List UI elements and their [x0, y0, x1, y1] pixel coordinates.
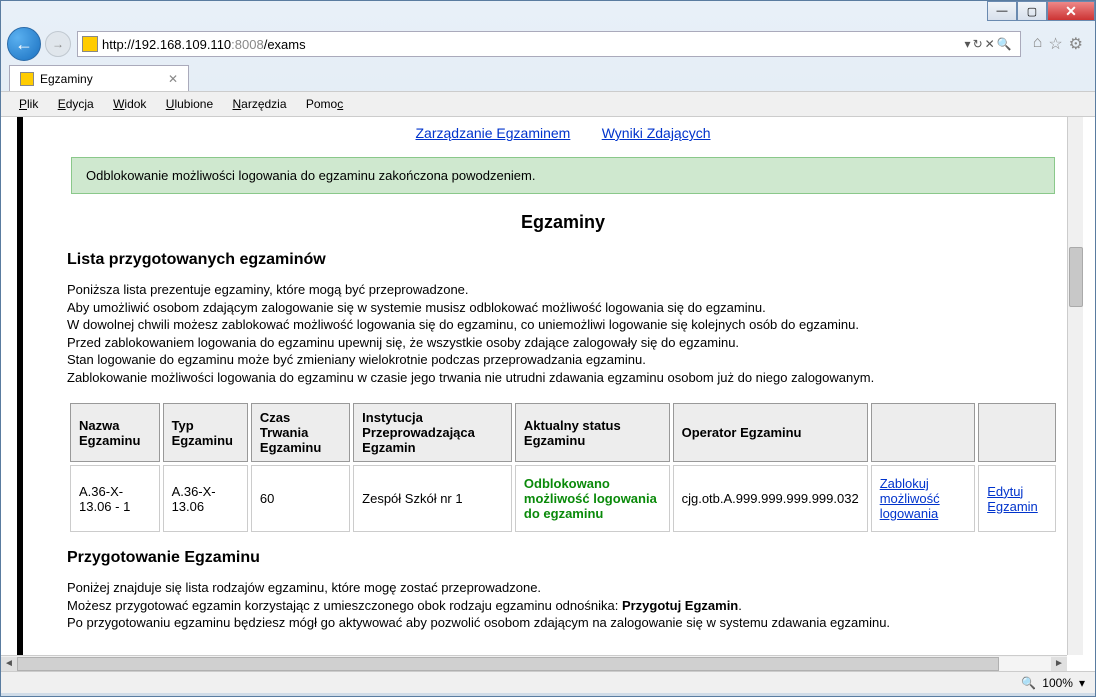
url-controls: ▾ ↻ ✕ 🔍 — [961, 37, 1016, 51]
page-title: Egzaminy — [67, 212, 1059, 233]
prep-line-2b: Przygotuj Egzamin — [622, 598, 738, 613]
link-zarzadzanie[interactable]: Zarządzanie Egzaminem — [416, 125, 571, 141]
th-name: Nazwa Egzaminu — [70, 403, 160, 462]
url-host: 192.168.109.110 — [135, 37, 232, 52]
content-wrapper: Zarządzanie Egzaminem Wyniki Zdających O… — [1, 117, 1095, 671]
th-operator: Operator Egzaminu — [673, 403, 868, 462]
exam-table-wrap: Nazwa Egzaminu Typ Egzaminu Czas Trwania… — [67, 400, 1059, 535]
link-edit-exam[interactable]: Edytuj Egzamin — [987, 484, 1038, 514]
cell-duration: 60 — [251, 465, 350, 532]
page-inner: Zarządzanie Egzaminem Wyniki Zdających O… — [39, 117, 1095, 654]
back-button[interactable]: ← — [7, 27, 41, 61]
exam-table: Nazwa Egzaminu Typ Egzaminu Czas Trwania… — [67, 400, 1059, 535]
cell-name: A.36-X-13.06 - 1 — [70, 465, 160, 532]
tab-egzaminy[interactable]: Egzaminy ✕ — [9, 65, 189, 91]
vscroll-thumb[interactable] — [1069, 247, 1083, 307]
close-button[interactable]: ✕ — [1047, 1, 1095, 21]
dropdown-icon[interactable]: ▾ — [965, 37, 971, 51]
section-list-title: Lista przygotowanych egzaminów — [67, 251, 1059, 269]
menu-pomoc[interactable]: Pomoc — [298, 95, 351, 113]
window-controls: — ▢ ✕ — [987, 1, 1095, 21]
search-icon[interactable]: 🔍 — [997, 37, 1012, 51]
link-wyniki[interactable]: Wyniki Zdających — [602, 125, 711, 141]
th-institution: Instytucja Przeprowadzająca Egzamin — [353, 403, 512, 462]
section-prep-title: Przygotowanie Egzaminu — [67, 549, 1059, 567]
refresh-icon[interactable]: ↻ — [973, 37, 983, 51]
menu-plik[interactable]: Plik — [11, 95, 46, 113]
zoom-level: 100% — [1042, 676, 1073, 690]
tabs-bar: Egzaminy ✕ — [1, 65, 1095, 91]
th-action2 — [978, 403, 1056, 462]
table-header-row: Nazwa Egzaminu Typ Egzaminu Czas Trwania… — [70, 403, 1056, 462]
hscroll-thumb[interactable] — [17, 657, 999, 671]
hscroll-right-arrow[interactable]: ► — [1051, 657, 1067, 671]
prep-line-1: Poniżej znajduje się lista rodzajów egza… — [67, 580, 541, 595]
th-type: Typ Egzaminu — [163, 403, 248, 462]
vertical-scrollbar[interactable] — [1067, 117, 1083, 655]
status-text: Odblokowano możliwość logowania do egzam… — [524, 476, 657, 521]
left-border — [17, 117, 23, 657]
prep-line-2a: Możesz przygotować egzamin korzystając z… — [67, 598, 622, 613]
menu-narzedzia[interactable]: Narzędzia — [224, 95, 294, 113]
cell-status: Odblokowano możliwość logowania do egzam… — [515, 465, 670, 532]
table-row: A.36-X-13.06 - 1 A.36-X-13.06 60 Zespół … — [70, 465, 1056, 532]
cell-action-block: Zablokuj możliwość logowania — [871, 465, 976, 532]
tab-title: Egzaminy — [40, 72, 93, 86]
th-status: Aktualny status Egzaminu — [515, 403, 670, 462]
desc-line-6: Zablokowanie możliwości logowania do egz… — [67, 370, 874, 385]
hscroll-track[interactable] — [17, 657, 1051, 671]
prep-line-3: Po przygotowaniu egzaminu będziesz mógł … — [67, 615, 890, 630]
forward-button[interactable]: → — [45, 31, 71, 57]
prep-line-2c: . — [738, 598, 742, 613]
url-port: :8008 — [231, 37, 264, 52]
menu-bar: Plik Edycja Widok Ulubione Narzędzia Pom… — [1, 91, 1095, 117]
cell-institution: Zespół Szkół nr 1 — [353, 465, 512, 532]
menu-edycja[interactable]: Edycja — [50, 95, 102, 113]
cell-action-edit: Edytuj Egzamin — [978, 465, 1056, 532]
url-path: /exams — [264, 37, 306, 52]
zoom-icon[interactable]: 🔍 — [1021, 676, 1036, 690]
minimize-button[interactable]: — — [987, 1, 1017, 21]
top-nav-links: Zarządzanie Egzaminem Wyniki Zdających — [67, 125, 1059, 141]
desc-line-4: Przed zablokowaniem logowania do egzamin… — [67, 335, 739, 350]
page-content: Zarządzanie Egzaminem Wyniki Zdających O… — [1, 117, 1095, 657]
cell-type: A.36-X-13.06 — [163, 465, 248, 532]
desc-line-1: Poniższa lista prezentuje egzaminy, któr… — [67, 282, 469, 297]
toolbar-icons: ⌂ ☆ ⚙ — [1027, 34, 1089, 54]
status-bar: 🔍 100% ▾ — [1, 671, 1095, 693]
zoom-dropdown-icon[interactable]: ▾ — [1079, 676, 1085, 690]
url-prefix: http:// — [102, 37, 135, 52]
success-text: Odblokowanie możliwości logowania do egz… — [86, 168, 535, 183]
nav-bar: ← → http://192.168.109.110:8008/exams ▾ … — [1, 23, 1095, 65]
desc-line-5: Stan logowanie do egzaminu może być zmie… — [67, 352, 646, 367]
horizontal-scrollbar[interactable]: ◄ ► — [1, 655, 1067, 671]
th-action1 — [871, 403, 976, 462]
address-bar[interactable]: http://192.168.109.110:8008/exams ▾ ↻ ✕ … — [77, 31, 1021, 57]
link-block-login[interactable]: Zablokuj możliwość logowania — [880, 476, 940, 521]
hscroll-left-arrow[interactable]: ◄ — [1, 657, 17, 671]
success-alert: Odblokowanie możliwości logowania do egz… — [71, 157, 1055, 194]
desc-line-3: W dowolnej chwili możesz zablokować możl… — [67, 317, 859, 332]
cell-operator: cjg.otb.A.999.999.999.999.032 — [673, 465, 868, 532]
site-icon — [82, 36, 98, 52]
favorites-icon[interactable]: ☆ — [1048, 34, 1062, 54]
menu-widok[interactable]: Widok — [105, 95, 154, 113]
stop-icon[interactable]: ✕ — [985, 37, 995, 51]
tab-favicon — [20, 72, 34, 86]
url-text: http://192.168.109.110:8008/exams — [102, 37, 961, 52]
tab-close-icon[interactable]: ✕ — [168, 72, 178, 86]
prep-description: Poniżej znajduje się lista rodzajów egza… — [67, 579, 1059, 632]
list-description: Poniższa lista prezentuje egzaminy, któr… — [67, 281, 1059, 386]
menu-ulubione[interactable]: Ulubione — [158, 95, 221, 113]
desc-line-2: Aby umożliwić osobom zdającym zalogowani… — [67, 300, 766, 315]
home-icon[interactable]: ⌂ — [1033, 34, 1043, 54]
browser-window: — ▢ ✕ ← → http://192.168.109.110:8008/ex… — [0, 0, 1096, 697]
th-duration: Czas Trwania Egzaminu — [251, 403, 350, 462]
tools-icon[interactable]: ⚙ — [1069, 34, 1083, 54]
maximize-button[interactable]: ▢ — [1017, 1, 1047, 21]
